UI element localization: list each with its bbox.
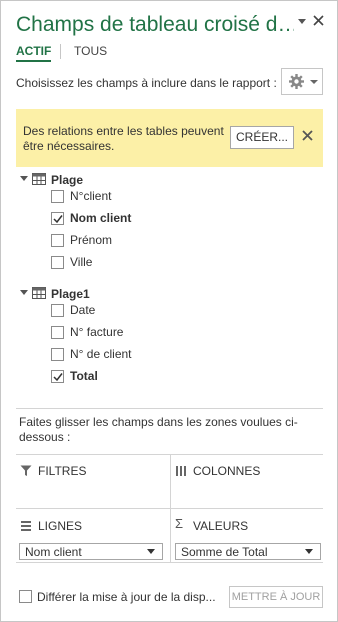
- choose-fields-text: Choisissez les champs à inclure dans le …: [16, 76, 277, 90]
- filters-zone[interactable]: FILTRES: [16, 454, 170, 508]
- field-label: Total: [70, 369, 98, 383]
- tools-button[interactable]: [281, 68, 323, 95]
- chevron-down-icon: [305, 549, 313, 554]
- filter-icon: [20, 464, 32, 482]
- drag-instructions: Faites glisser les champs dans les zones…: [19, 415, 298, 444]
- field-checkbox[interactable]: [51, 348, 64, 361]
- pane-title: Champs de tableau croisé d…: [16, 13, 294, 36]
- field-checkbox[interactable]: [51, 326, 64, 339]
- field-checkbox-checked[interactable]: [51, 212, 64, 225]
- rows-icon: [20, 519, 32, 537]
- update-button[interactable]: METTRE À JOUR: [229, 586, 323, 608]
- table-name: Plage: [51, 173, 84, 187]
- field-checkbox[interactable]: [51, 256, 64, 269]
- layout-zones: FILTRES COLONNES LIGNES Nom client Σ VAL…: [16, 454, 323, 563]
- values-field-value: Somme de Total: [181, 545, 268, 559]
- values-field-dropdown[interactable]: Somme de Total: [175, 543, 321, 560]
- chevron-down-icon: [310, 80, 318, 84]
- rows-zone-label: LIGNES: [38, 519, 83, 533]
- field-list: Plage N°client Nom client Prénom Ville P…: [16, 167, 323, 409]
- collapse-triangle-icon[interactable]: [20, 290, 28, 295]
- columns-zone-label: COLONNES: [193, 464, 261, 478]
- tab-divider: [60, 44, 61, 59]
- task-pane-options-icon[interactable]: [297, 13, 307, 29]
- tab-active[interactable]: ACTIF: [16, 44, 52, 62]
- zone-divider: [16, 562, 323, 563]
- relationship-banner: Des relations entre les tables peuvent ê…: [16, 109, 323, 167]
- table-name: Plage1: [51, 287, 90, 301]
- field-checkbox[interactable]: [51, 304, 64, 317]
- values-zone-label: VALEURS: [193, 519, 249, 533]
- filters-zone-label: FILTRES: [38, 464, 87, 478]
- columns-zone[interactable]: COLONNES: [171, 454, 323, 508]
- banner-close-icon[interactable]: [302, 128, 313, 146]
- table-icon: [32, 173, 46, 188]
- field-checkbox-checked[interactable]: [51, 370, 64, 383]
- sigma-icon: Σ: [175, 516, 184, 531]
- field-checkbox[interactable]: [51, 190, 64, 203]
- field-label: Date: [70, 303, 96, 317]
- rows-field-dropdown[interactable]: Nom client: [19, 543, 163, 560]
- field-label: N°client: [70, 189, 112, 203]
- chevron-down-icon: [147, 549, 155, 554]
- close-icon[interactable]: [313, 13, 324, 29]
- create-relationship-button[interactable]: CRÉER...: [230, 126, 294, 149]
- field-label: N° facture: [70, 325, 124, 339]
- collapse-triangle-icon[interactable]: [20, 176, 28, 181]
- defer-update-label: Différer la mise à jour de la disp...: [37, 590, 216, 604]
- defer-update-checkbox[interactable]: [19, 590, 32, 603]
- pivot-field-list-pane: Champs de tableau croisé d… ACTIF TOUS C…: [0, 0, 338, 622]
- gear-icon: [288, 73, 305, 95]
- columns-icon: [175, 464, 187, 482]
- rows-zone[interactable]: LIGNES Nom client: [16, 509, 170, 562]
- field-label: N° de client: [70, 347, 132, 361]
- banner-message: Des relations entre les tables peuvent ê…: [23, 124, 224, 153]
- field-label: Nom client: [70, 211, 132, 225]
- field-label: Ville: [70, 255, 93, 269]
- field-label: Prénom: [70, 233, 113, 247]
- tab-all[interactable]: TOUS: [74, 44, 107, 58]
- field-checkbox[interactable]: [51, 234, 64, 247]
- rows-field-value: Nom client: [25, 545, 82, 559]
- table-icon: [32, 287, 46, 302]
- values-zone[interactable]: Σ VALEURS Somme de Total: [171, 509, 323, 562]
